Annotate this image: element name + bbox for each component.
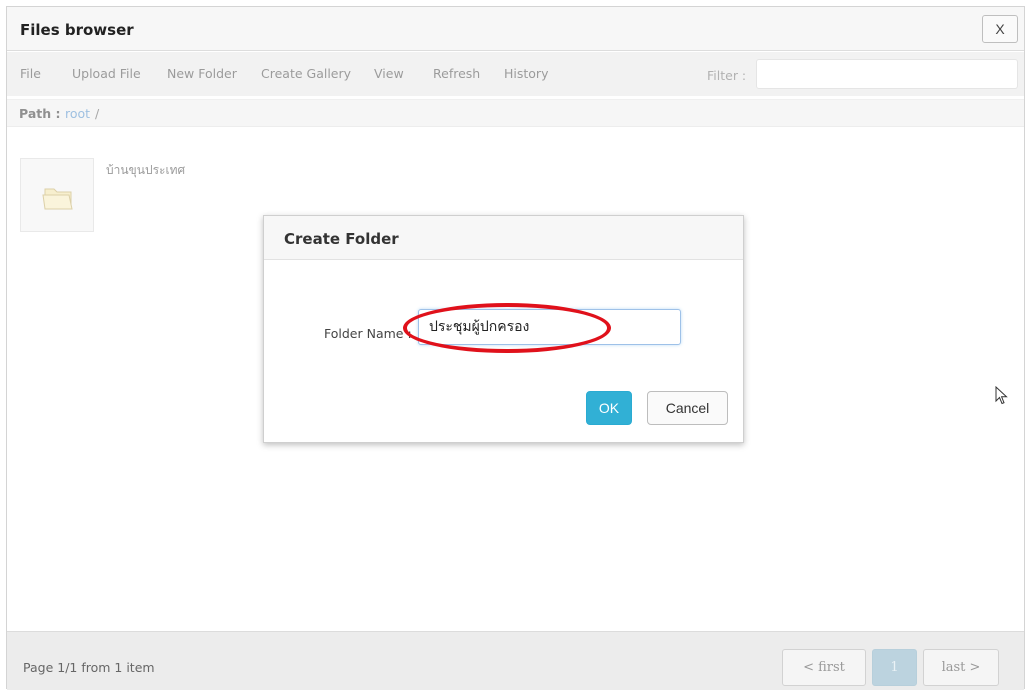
dialog-title: Create Folder: [284, 230, 399, 248]
ok-button[interactable]: OK: [586, 391, 632, 425]
current-page-button[interactable]: 1: [872, 649, 917, 686]
last-page-button[interactable]: last >: [923, 649, 999, 686]
titlebar: Files browser X: [7, 7, 1024, 51]
window-title: Files browser: [20, 21, 134, 39]
page-info: Page 1/1 from 1 item: [23, 660, 155, 675]
pagination-footer: Page 1/1 from 1 item < first 1 last >: [7, 631, 1024, 690]
mouse-cursor-icon: [995, 386, 1008, 405]
dialog-header: Create Folder: [264, 216, 743, 260]
folder-name-label: Folder Name :: [324, 326, 412, 341]
create-folder-dialog: Create Folder Folder Name : ประชุมผู้ปกค…: [263, 215, 744, 443]
files-browser-window: Files browser X File Upload File New Fol…: [6, 6, 1025, 690]
folder-name-input[interactable]: ประชุมผู้ปกครอง: [418, 309, 681, 345]
close-button[interactable]: X: [982, 15, 1018, 43]
first-page-button[interactable]: < first: [782, 649, 866, 686]
cancel-button[interactable]: Cancel: [647, 391, 728, 425]
